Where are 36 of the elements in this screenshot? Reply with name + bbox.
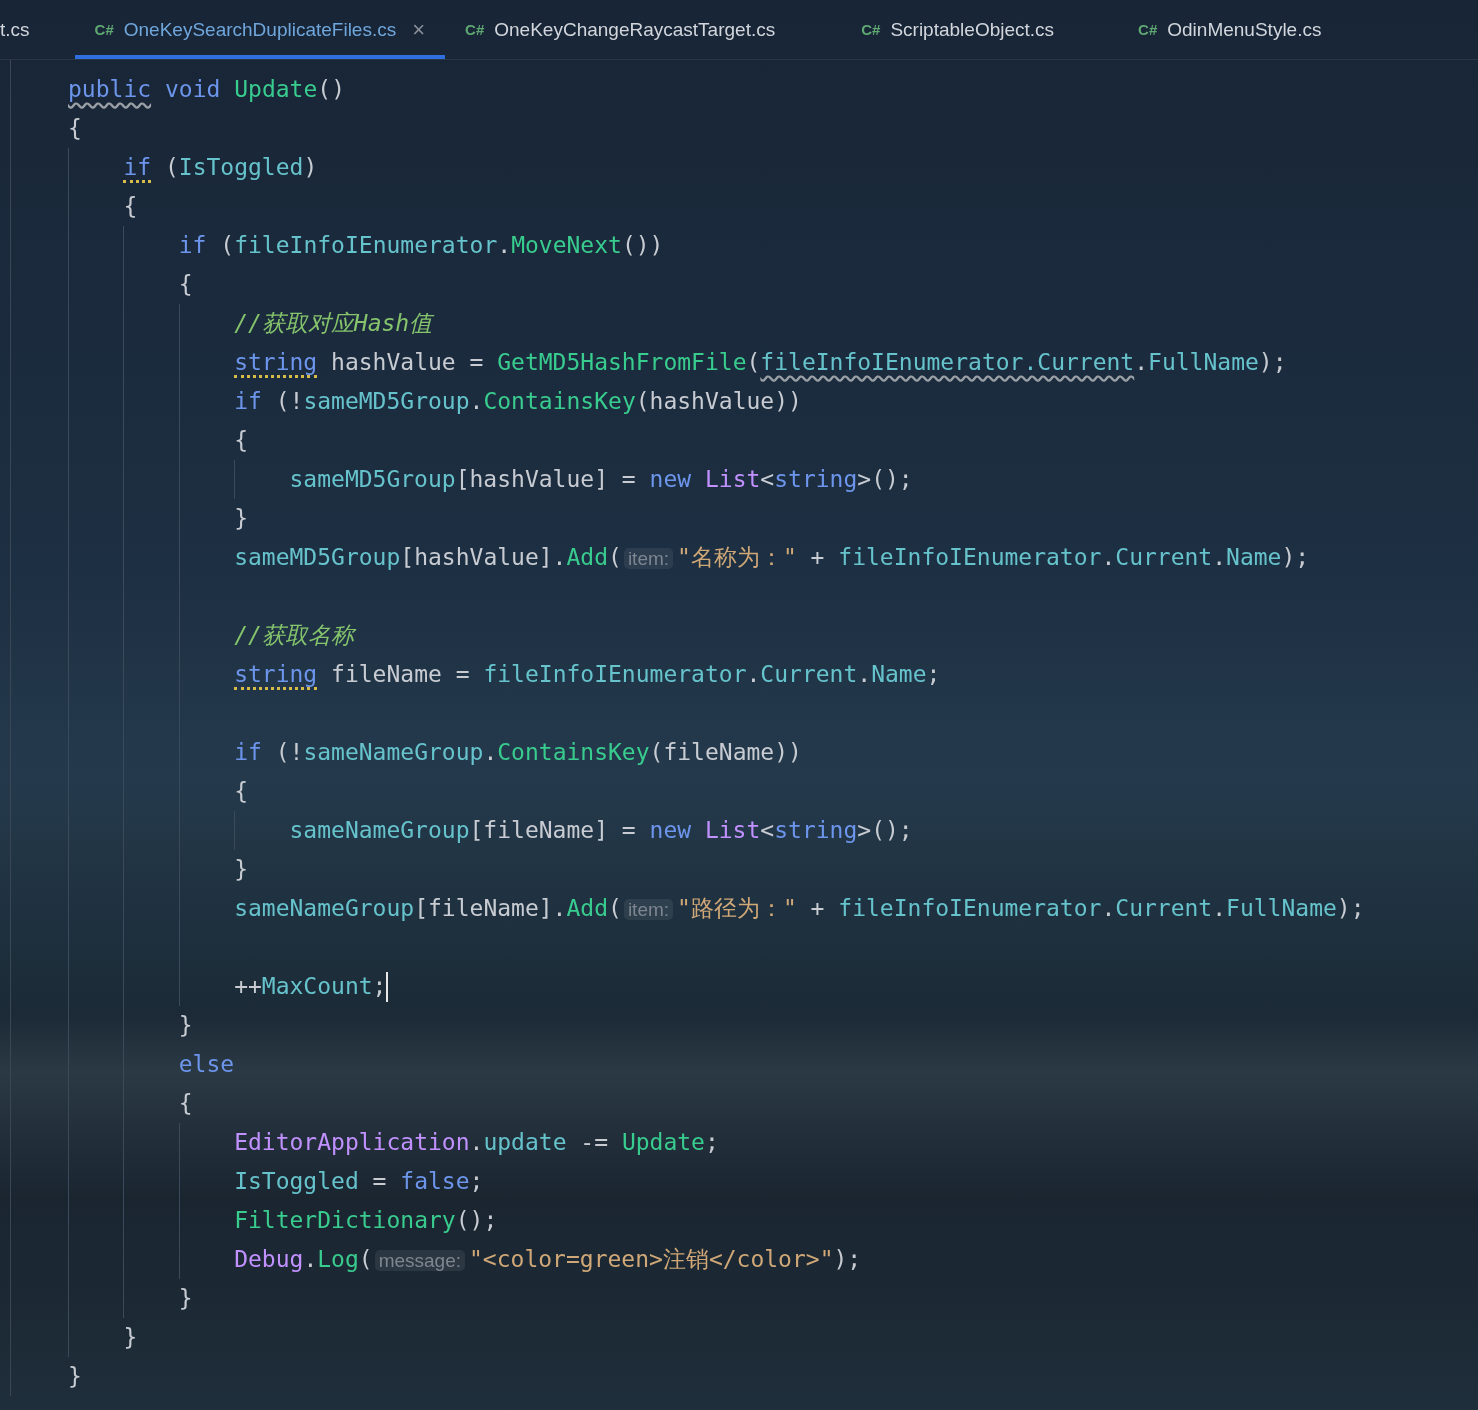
file-tab[interactable]: C# OneKeySearchDuplicateFiles.cs × xyxy=(74,0,446,59)
code-line: } xyxy=(234,504,248,533)
close-icon[interactable]: × xyxy=(412,16,426,43)
code-line: Debug.Log( message: "<color=green>注销</color>"); xyxy=(234,1244,862,1274)
file-tab[interactable]: C# OdinMenuStyle.cs xyxy=(1118,0,1342,59)
code-line: { xyxy=(178,270,193,299)
code-line: FilterDictionary(); xyxy=(234,1206,498,1235)
code-line: else xyxy=(178,1050,235,1079)
code-line: sameMD5Group[hashValue] = new List<string>(); xyxy=(289,465,913,494)
code-line: EditorApplication.update -= Update; xyxy=(234,1128,719,1157)
code-line: } xyxy=(178,1011,193,1040)
code-line: sameMD5Group[hashValue].Add( item: "名称为：" + fileInfoIEnumerator.Current.Name); xyxy=(234,542,1310,572)
code-line: string hashValue = GetMD5HashFromFile(fileInfoIEnumerator.Current.FullName); xyxy=(234,343,1287,382)
code-line: } xyxy=(234,855,248,884)
code-line: } xyxy=(68,1362,82,1391)
code-line: { xyxy=(234,777,248,806)
code-line: IsToggled = false; xyxy=(234,1167,484,1196)
code-line: if (IsToggled) xyxy=(123,148,318,187)
code-line: ++MaxCount; xyxy=(234,972,387,1001)
code-line: } xyxy=(178,1284,193,1313)
code-line: if (!sameNameGroup.ContainsKey(fileName)) xyxy=(234,738,802,767)
code-line: } xyxy=(123,1323,138,1352)
code-line: { xyxy=(234,426,248,455)
code-line: { xyxy=(68,114,82,143)
code-line: string fileName = fileInfoIEnumerator.Current.Name; xyxy=(234,655,941,694)
code-line: //获取对应Hash值 xyxy=(234,309,433,338)
code-line: if (fileInfoIEnumerator.MoveNext()) xyxy=(178,231,664,260)
file-tab[interactable]: C# OneKeyChangeRaycastTarget.cs xyxy=(445,0,842,59)
file-tab[interactable]: t.cs xyxy=(0,0,50,59)
code-line: public void Update() xyxy=(68,75,345,104)
file-tab[interactable]: C# ScriptableObject.cs xyxy=(841,0,1119,59)
code-line: sameNameGroup[fileName].Add( item: "路径为：" + fileInfoIEnumerator.Current.FullName); xyxy=(234,893,1365,923)
code-line: sameNameGroup[fileName] = new List<string>(); xyxy=(289,816,913,845)
code-line: { xyxy=(123,192,138,221)
code-line: if (!sameMD5Group.ContainsKey(hashValue)) xyxy=(234,387,802,416)
code-line: { xyxy=(178,1089,193,1118)
